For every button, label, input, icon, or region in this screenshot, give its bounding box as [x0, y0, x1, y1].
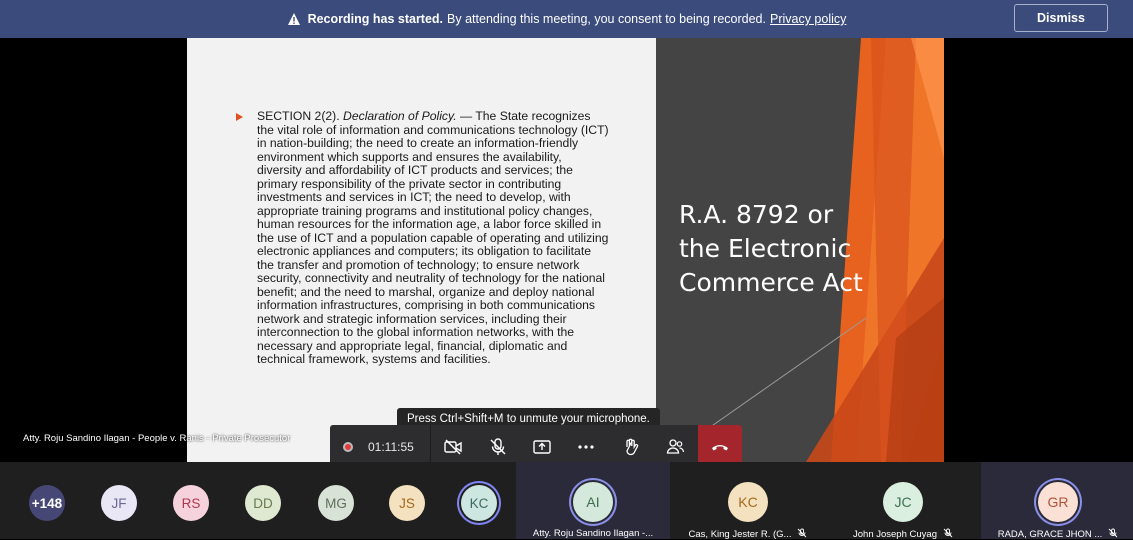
overflow-participants-button[interactable]: +148	[29, 485, 65, 521]
banner-bold-text: Recording has started.	[307, 12, 444, 26]
participant-avatar: KC	[728, 482, 768, 522]
muted-mic-icon	[798, 528, 807, 538]
participant-avatar: JC	[883, 482, 923, 522]
participant-name-row: Cas, King Jester R. (G...	[671, 528, 825, 540]
section-title: Declaration of Policy.	[343, 109, 457, 123]
section-text: SECTION 2(2). Declaration of Policy. — T…	[257, 109, 609, 367]
participant-avatar[interactable]: RS	[173, 485, 209, 521]
participant-name-row: Atty. Roju Sandino Ilagan -...	[516, 528, 670, 539]
participant-avatar: AI	[573, 482, 613, 522]
participants-icon	[667, 439, 685, 454]
section-heading: SECTION 2(2).	[257, 109, 344, 123]
slide-title: R.A. 8792 or the Electronic Commerce Act	[679, 200, 863, 297]
participant-name-row: RADA, GRACE JHON ...	[981, 528, 1133, 540]
mic-off-icon	[489, 438, 506, 455]
participant-avatar[interactable]: JS	[389, 485, 425, 521]
record-icon	[343, 442, 353, 452]
banner-text: By attending this meeting, you consent t…	[447, 12, 766, 26]
section-body: — The State recognizes the vital role of…	[257, 109, 609, 366]
participant-name-row: John Joseph Cuyag	[826, 528, 980, 540]
camera-off-icon	[444, 439, 462, 455]
participants-strip: +148 JF RS DD MG JS KC AI Atty. Roju Sandino I…	[0, 462, 1133, 540]
warning-icon	[287, 13, 300, 25]
participant-avatar: GR	[1038, 482, 1078, 522]
bullet-arrow-icon	[236, 113, 243, 121]
participant-avatar[interactable]: JF	[101, 485, 137, 521]
participant-tile[interactable]: JC John Joseph Cuyag	[826, 462, 980, 540]
shared-slide: SECTION 2(2). Declaration of Policy. — T…	[187, 38, 944, 462]
more-icon	[578, 445, 595, 449]
share-icon	[533, 440, 551, 454]
participant-name: Cas, King Jester R. (G...	[688, 529, 792, 540]
participant-tile[interactable]: GR RADA, GRACE JHON ...	[981, 462, 1133, 540]
participant-name: Atty. Roju Sandino Ilagan -...	[532, 528, 654, 539]
participant-avatar[interactable]: DD	[245, 485, 281, 521]
speaker-name-label: Atty. Roju Sandino Ilagan - People v. Ra…	[23, 433, 291, 444]
privacy-policy-link[interactable]: Privacy policy	[770, 12, 846, 26]
participant-name: RADA, GRACE JHON ...	[997, 529, 1103, 540]
meeting-stage: SECTION 2(2). Declaration of Policy. — T…	[0, 38, 1133, 469]
recording-banner: Recording has started. By attending this…	[0, 0, 1133, 38]
participant-tile[interactable]: KC Cas, King Jester R. (G...	[671, 462, 825, 540]
raise-hand-icon	[626, 438, 639, 456]
participant-name: John Joseph Cuyag	[853, 529, 937, 540]
participant-avatar[interactable]: KC	[461, 485, 497, 521]
dismiss-button[interactable]: Dismiss	[1014, 4, 1108, 32]
participant-tile[interactable]: AI Atty. Roju Sandino Ilagan -...	[516, 462, 670, 539]
participant-avatar[interactable]: MG	[318, 485, 354, 521]
hang-up-icon	[711, 445, 728, 451]
muted-mic-icon	[943, 528, 953, 538]
muted-mic-icon	[1108, 528, 1118, 538]
timer-text: 01:11:55	[368, 440, 414, 454]
